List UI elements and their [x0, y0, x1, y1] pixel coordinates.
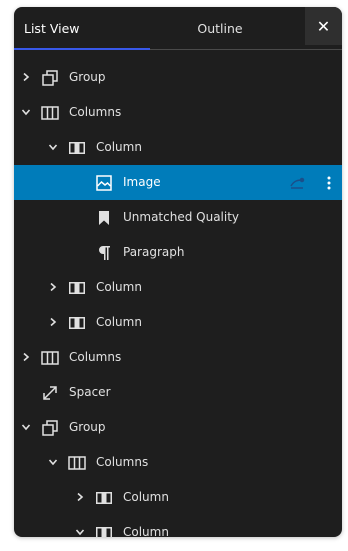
columns-icon — [40, 348, 60, 368]
tree-row-label: Group — [69, 420, 106, 434]
tree-row-label: Column — [96, 315, 142, 329]
spacer-icon — [40, 383, 60, 403]
tree-row-label: Unmatched Quality — [123, 210, 240, 224]
tree-row[interactable]: Image — [14, 165, 342, 200]
panel-tabs: List View Outline ✕ — [14, 7, 342, 50]
column-icon — [67, 313, 87, 333]
chevron-down-icon[interactable] — [47, 141, 59, 153]
tree-row-label: Columns — [96, 455, 149, 469]
image-icon — [94, 173, 114, 193]
tree-row[interactable]: Columns — [14, 445, 342, 480]
column-icon — [67, 278, 87, 298]
tree-row-label: Column — [123, 525, 169, 537]
tab-list-view[interactable]: List View — [14, 7, 150, 50]
tree-row[interactable]: Columns — [14, 340, 342, 375]
list-view-panel: List View Outline ✕ Group Columns Column Im… — [14, 7, 342, 537]
chevron-down-icon[interactable] — [20, 106, 32, 118]
active-tab-indicator — [14, 48, 150, 50]
chevron-right-icon[interactable] — [20, 71, 32, 83]
tree-row[interactable]: Unmatched Quality — [14, 200, 342, 235]
tab-divider — [150, 49, 342, 50]
options-menu-icon[interactable] — [324, 173, 334, 193]
chevron-right-icon[interactable] — [47, 316, 59, 328]
chevron-right-icon[interactable] — [47, 281, 59, 293]
tree-row-label: Image — [123, 175, 161, 189]
tree-row[interactable]: Column — [14, 130, 342, 165]
group-icon — [40, 418, 60, 438]
close-icon: ✕ — [316, 16, 331, 36]
paragraph-icon — [94, 243, 114, 263]
tree-row[interactable]: Column — [14, 305, 342, 340]
tree-row[interactable]: Column — [14, 515, 342, 537]
column-icon — [67, 138, 87, 158]
chevron-down-icon[interactable] — [20, 421, 32, 433]
tree-row[interactable]: Spacer — [14, 375, 342, 410]
tree-row[interactable]: Paragraph — [14, 235, 342, 270]
tree-row-label: Paragraph — [123, 245, 185, 259]
tree-row-label: Column — [123, 490, 169, 504]
chevron-right-icon[interactable] — [74, 491, 86, 503]
tree-row[interactable]: Column — [14, 270, 342, 305]
block-state-icon[interactable] — [288, 174, 306, 192]
chevron-down-icon[interactable] — [47, 456, 59, 468]
tree-row[interactable]: Group — [14, 410, 342, 445]
column-icon — [94, 523, 114, 537]
tree-row-label: Column — [96, 280, 142, 294]
tree-row-label: Group — [69, 70, 106, 84]
bookmark-icon — [94, 208, 114, 228]
tree-row-label: Spacer — [69, 385, 111, 399]
tab-outline[interactable]: Outline — [150, 7, 290, 50]
tree-row[interactable]: Column — [14, 480, 342, 515]
tree-row-label: Column — [96, 140, 142, 154]
group-icon — [40, 68, 60, 88]
tree-row[interactable]: Group — [14, 60, 342, 95]
close-button[interactable]: ✕ — [305, 7, 342, 45]
tree-row-label: Columns — [69, 350, 122, 364]
chevron-right-icon[interactable] — [20, 351, 32, 363]
columns-icon — [40, 103, 60, 123]
block-tree: Group Columns Column Image Unmatched Quality… — [14, 60, 342, 537]
tree-row-label: Columns — [69, 105, 122, 119]
chevron-down-icon[interactable] — [74, 526, 86, 537]
columns-icon — [67, 453, 87, 473]
tree-row[interactable]: Columns — [14, 95, 342, 130]
column-icon — [94, 488, 114, 508]
